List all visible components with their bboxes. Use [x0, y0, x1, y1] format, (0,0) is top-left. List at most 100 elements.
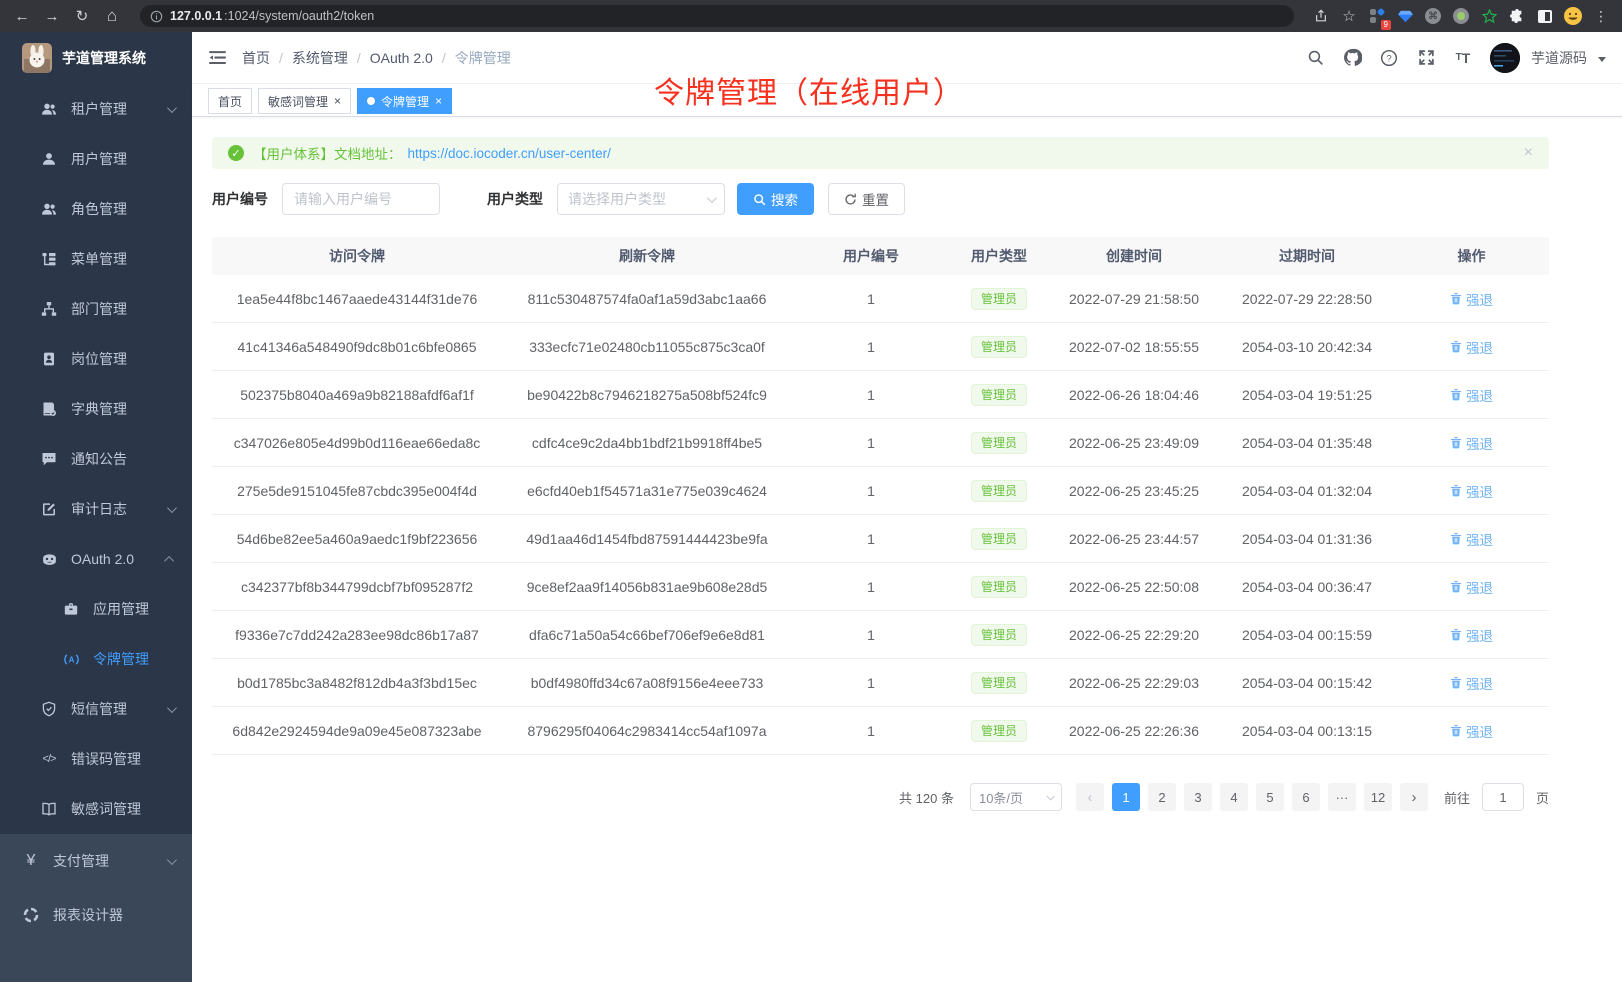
- table-row: 6d842e2924594de9a09e45e087323abe 8796295…: [212, 707, 1549, 755]
- tab-token[interactable]: 令牌管理 ×: [357, 88, 452, 114]
- help-icon[interactable]: ?: [1379, 48, 1399, 68]
- bookmark-star-icon[interactable]: ☆: [1338, 5, 1360, 27]
- user-id-cell: 1: [792, 435, 950, 451]
- force-logout-button[interactable]: 强退: [1450, 577, 1493, 597]
- alert-close-icon[interactable]: ×: [1524, 144, 1533, 162]
- close-icon[interactable]: ×: [435, 94, 442, 108]
- profile-avatar-icon[interactable]: [1562, 5, 1584, 27]
- token-broadcast-icon: A: [62, 650, 80, 668]
- refresh-token-cell: 9ce8ef2aa9f14056b831ae9b608e28d5: [502, 579, 792, 595]
- sidebar-item-user[interactable]: 用户管理: [0, 134, 192, 184]
- address-bar[interactable]: 127.0.0.1:1024/system/oauth2/token: [140, 5, 1294, 27]
- more-pages-button[interactable]: ···: [1328, 783, 1356, 811]
- chevron-down-icon[interactable]: [1598, 57, 1606, 62]
- sidebar-item-menu[interactable]: 菜单管理: [0, 234, 192, 284]
- command-icon[interactable]: ⌘: [1422, 5, 1444, 27]
- breadcrumb-oauth2[interactable]: OAuth 2.0: [370, 50, 433, 66]
- circle-notch-icon: [22, 906, 40, 924]
- force-logout-button[interactable]: 强退: [1450, 337, 1493, 357]
- home-icon[interactable]: ⌂: [100, 4, 124, 28]
- fullscreen-icon[interactable]: [1416, 48, 1436, 68]
- next-page-button[interactable]: ›: [1400, 783, 1428, 811]
- page-size-select[interactable]: 10条/页: [970, 783, 1062, 811]
- sidebar-item-oauth2[interactable]: OAuth 2.0: [0, 534, 192, 584]
- prev-page-button[interactable]: ‹: [1076, 783, 1104, 811]
- user-id-input[interactable]: [282, 183, 440, 215]
- robot-icon: [40, 550, 58, 568]
- page-button-3[interactable]: 3: [1184, 783, 1212, 811]
- search-icon[interactable]: [1305, 48, 1325, 68]
- refresh-token-cell: e6cfd40eb1f54571a31e775e039c4624: [502, 483, 792, 499]
- green-star-icon[interactable]: [1478, 5, 1500, 27]
- force-logout-button[interactable]: 强退: [1450, 529, 1493, 549]
- sidebar-item-oauth2-app[interactable]: 应用管理: [0, 584, 192, 634]
- sidebar-item-dict[interactable]: 字典管理: [0, 384, 192, 434]
- breadcrumb-system[interactable]: 系统管理: [292, 48, 348, 68]
- action-cell: 强退: [1394, 337, 1549, 357]
- breadcrumb-home[interactable]: 首页: [242, 48, 270, 68]
- created-at-cell: 2022-07-02 18:55:55: [1048, 339, 1220, 355]
- page-button-12[interactable]: 12: [1364, 783, 1392, 811]
- sidebar-item-dept[interactable]: 部门管理: [0, 284, 192, 334]
- force-logout-button[interactable]: 强退: [1450, 289, 1493, 309]
- page-button-1[interactable]: 1: [1112, 783, 1140, 811]
- gem-icon[interactable]: [1394, 5, 1416, 27]
- sidebar-item-label: 令牌管理: [93, 649, 149, 669]
- user-type-tag: 管理员: [971, 384, 1027, 406]
- close-icon[interactable]: ×: [334, 94, 341, 108]
- sidebar-item-sms[interactable]: 短信管理: [0, 684, 192, 734]
- table-row: 502375b8040a469a9b82188afdf6af1f be90422…: [212, 371, 1549, 419]
- back-icon[interactable]: ←: [10, 4, 34, 28]
- sidebar-item-tenant[interactable]: 租户管理: [0, 84, 192, 134]
- puzzle-icon[interactable]: [1506, 5, 1528, 27]
- extension-blocks-icon[interactable]: 9: [1366, 5, 1388, 27]
- page-button-2[interactable]: 2: [1148, 783, 1176, 811]
- force-logout-button[interactable]: 强退: [1450, 481, 1493, 501]
- tab-sensitive-word[interactable]: 敏感词管理 ×: [258, 88, 351, 114]
- user-type-select[interactable]: 请选择用户类型: [557, 183, 725, 215]
- split-window-icon[interactable]: [1534, 5, 1556, 27]
- sidebar-item-label: 通知公告: [71, 449, 127, 469]
- tab-home[interactable]: 首页: [208, 88, 252, 114]
- sidebar-item-oauth2-token[interactable]: A 令牌管理: [0, 634, 192, 684]
- refresh-token-cell: be90422b8c7946218275a508bf524fc9: [502, 387, 792, 403]
- sidebar-item-notice[interactable]: 通知公告: [0, 434, 192, 484]
- message-icon: [40, 450, 58, 468]
- sidebar-item-report-designer[interactable]: 报表设计器: [0, 888, 192, 942]
- page-button-6[interactable]: 6: [1292, 783, 1320, 811]
- sitemap-icon: [40, 300, 58, 318]
- record-icon[interactable]: [1450, 5, 1472, 27]
- sidebar-item-pay[interactable]: ¥ 支付管理: [0, 834, 192, 888]
- forward-icon[interactable]: →: [40, 4, 64, 28]
- search-button[interactable]: 搜索: [737, 183, 814, 215]
- sidebar-item-role[interactable]: 角色管理: [0, 184, 192, 234]
- collapse-sidebar-icon[interactable]: [208, 48, 228, 68]
- browser-menu-icon[interactable]: ⋮: [1590, 5, 1612, 27]
- created-at-cell: 2022-06-25 22:50:08: [1048, 579, 1220, 595]
- sidebar-item-post[interactable]: 岗位管理: [0, 334, 192, 384]
- doc-link[interactable]: https://doc.iocoder.cn/user-center/: [408, 146, 611, 161]
- font-size-icon[interactable]: TT: [1453, 48, 1473, 68]
- force-logout-button[interactable]: 强退: [1450, 673, 1493, 693]
- expires-at-cell: 2054-03-04 00:15:59: [1220, 627, 1394, 643]
- force-logout-button[interactable]: 强退: [1450, 721, 1493, 741]
- user-avatar[interactable]: [1490, 43, 1520, 73]
- sidebar-item-sensitive-word[interactable]: 敏感词管理: [0, 784, 192, 834]
- sidebar-item-errcode[interactable]: </> 错误码管理: [0, 734, 192, 784]
- app-logo-bar[interactable]: 芋道管理系统: [0, 32, 192, 84]
- force-logout-button[interactable]: 强退: [1450, 385, 1493, 405]
- page-button-4[interactable]: 4: [1220, 783, 1248, 811]
- github-icon[interactable]: [1342, 48, 1362, 68]
- user-type-cell: 管理员: [950, 624, 1048, 646]
- reload-icon[interactable]: ↻: [70, 4, 94, 28]
- annotation-text: 令牌管理（在线用户）: [654, 68, 964, 112]
- user-id-cell: 1: [792, 387, 950, 403]
- force-logout-button[interactable]: 强退: [1450, 625, 1493, 645]
- share-icon[interactable]: [1310, 5, 1332, 27]
- sidebar-item-audit-log[interactable]: 审计日志: [0, 484, 192, 534]
- goto-page-input[interactable]: [1482, 783, 1524, 811]
- force-logout-button[interactable]: 强退: [1450, 433, 1493, 453]
- reset-button[interactable]: 重置: [828, 183, 905, 215]
- page-button-5[interactable]: 5: [1256, 783, 1284, 811]
- username[interactable]: 芋道源码: [1531, 48, 1587, 68]
